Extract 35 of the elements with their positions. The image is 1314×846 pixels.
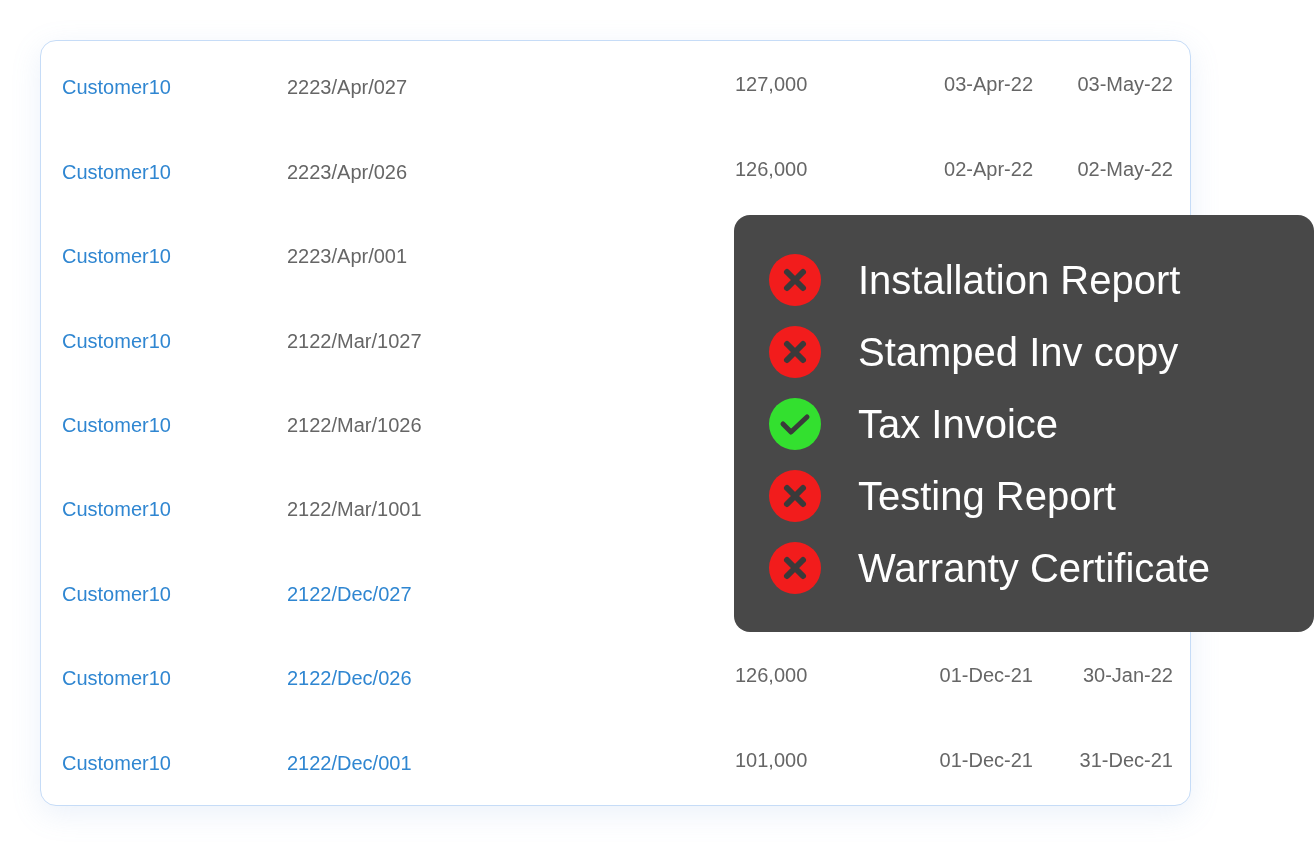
document-label: Testing Report xyxy=(858,475,1116,516)
invoice-date: 03-Apr-22 xyxy=(944,73,1033,96)
customer-link[interactable]: Customer10 xyxy=(62,667,171,690)
customer-link[interactable]: Customer10 xyxy=(62,160,171,183)
customer-link[interactable]: Customer10 xyxy=(62,751,171,774)
customer-link[interactable]: Customer10 xyxy=(62,582,171,605)
invoice-number: 2223/Apr/001 xyxy=(287,245,408,268)
invoice-link[interactable]: 2122/Dec/001 xyxy=(287,751,412,774)
customer-link[interactable]: Customer10 xyxy=(62,413,171,436)
document-label: Tax Invoice xyxy=(858,403,1059,444)
invoice-number: 2122/Mar/1026 xyxy=(287,413,422,436)
amount-text: 101,000 xyxy=(735,748,808,771)
customer-link[interactable]: Customer10 xyxy=(62,76,171,99)
amount-text: 126,000 xyxy=(735,157,808,180)
customer-link[interactable]: Customer10 xyxy=(62,498,171,521)
invoice-link[interactable]: 2122/Dec/027 xyxy=(287,582,412,605)
due-date: 30-Jan-22 xyxy=(1082,664,1173,687)
due-date: 02-May-22 xyxy=(1077,157,1173,180)
invoice-number: 2223/Apr/027 xyxy=(287,76,408,99)
invoice-number: 2223/Apr/026 xyxy=(287,160,408,183)
document-label: Warranty Certificate xyxy=(858,547,1210,588)
invoice-date: 02-Apr-22 xyxy=(944,157,1033,180)
invoice-date: 01-Dec-21 xyxy=(939,748,1033,771)
document-label: Stamped Inv copy xyxy=(858,331,1179,372)
customer-link[interactable]: Customer10 xyxy=(62,245,171,268)
customer-link[interactable]: Customer10 xyxy=(62,329,171,352)
invoice-link[interactable]: 2122/Dec/026 xyxy=(287,667,412,690)
due-date: 03-May-22 xyxy=(1077,73,1173,96)
document-label: Installation Report xyxy=(858,259,1181,300)
invoice-number: 2122/Mar/1001 xyxy=(287,498,422,521)
due-date: 31-Dec-21 xyxy=(1079,748,1173,771)
invoice-number: 2122/Mar/1027 xyxy=(287,329,422,352)
amount-text: 127,000 xyxy=(735,73,808,96)
invoice-date: 01-Dec-21 xyxy=(939,664,1033,687)
amount-text: 126,000 xyxy=(735,664,808,687)
